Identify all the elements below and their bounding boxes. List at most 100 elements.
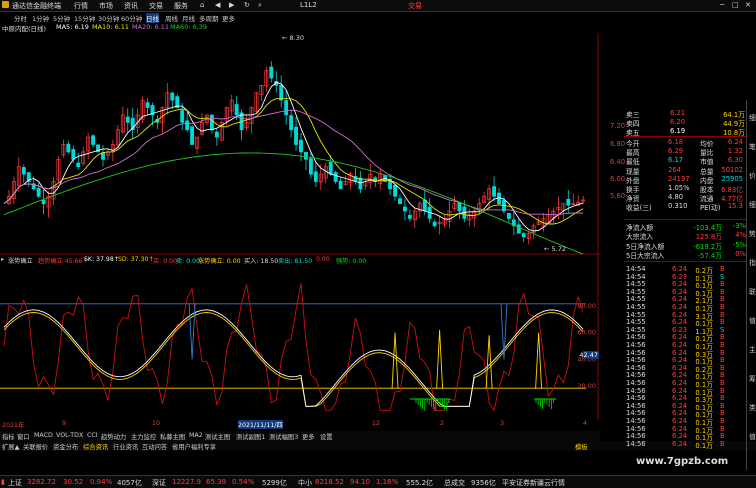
tab-test-sub1[interactable]: 测试副图1 (236, 432, 265, 441)
candle-body (422, 199, 427, 212)
period-15min[interactable]: 15分钟 (74, 13, 95, 23)
tick-price: 6.24 (672, 439, 688, 448)
side-tab[interactable]: 值 (749, 431, 756, 441)
app-title: 通达信金融终端 (12, 2, 61, 10)
tick-volume: 0.1万 (695, 441, 713, 450)
side-tab[interactable]: 笔 (749, 141, 756, 151)
tab-industry-news[interactable]: 行业资讯 (113, 442, 138, 451)
ask-price: 6.21 (670, 109, 686, 117)
indicator-axis-label: 60.00 (577, 329, 596, 337)
sh-index-value: 3282.72 (27, 478, 56, 486)
period-multi[interactable]: 多周期 (199, 13, 219, 23)
price-axis-label: 6.40 (610, 158, 626, 166)
tab-settings[interactable]: 设置 (320, 432, 333, 441)
period-more[interactable]: 更多 (222, 13, 235, 23)
tab-macd[interactable]: MACD (34, 432, 53, 439)
period-weekly[interactable]: 周线 (165, 13, 178, 23)
side-tab[interactable]: 价 (749, 170, 756, 180)
side-tab[interactable]: 细 (749, 199, 756, 209)
candle-body (393, 184, 398, 197)
period-5min[interactable]: 5分钟 (53, 13, 70, 23)
menu-item-quotes[interactable]: 行情 (74, 1, 88, 11)
candle-body (214, 131, 219, 138)
menu-item-trade[interactable]: 交易 (149, 1, 163, 11)
kline-chart[interactable]: ← 8.30← 5.7280.0060.0040.0020.0042.47 (0, 33, 600, 420)
candle-body (328, 161, 333, 175)
tab-trend-power[interactable]: 趋势动力 (101, 432, 126, 441)
stat-value: 0.310 (668, 202, 688, 211)
menu-item-service[interactable]: 服务 (174, 1, 188, 11)
period-monthly[interactable]: 月线 (182, 13, 195, 23)
tab-related-quotes[interactable]: 关联报价 (23, 442, 48, 451)
side-tab[interactable]: 细 (749, 112, 756, 122)
candle-body (308, 158, 313, 175)
ma5-line (3, 81, 584, 232)
indicator-param-5: 涨势确立: 0.00 (198, 258, 241, 265)
tab-indicator[interactable]: 指标 (2, 432, 15, 441)
refresh-icon[interactable]: ↻ (244, 1, 250, 9)
tick-direction: B (720, 439, 725, 448)
stat-value: 24197 (668, 174, 690, 183)
period-60min[interactable]: 60分钟 (121, 13, 142, 23)
date-label: 10 (152, 420, 161, 427)
search-icon[interactable]: ⌕ (258, 1, 262, 10)
tab-user-benefits[interactable]: 省用户福利专享 (172, 442, 216, 451)
menu-item-news[interactable]: 资讯 (124, 1, 138, 11)
side-tab[interactable]: 筹 (749, 373, 756, 383)
back-icon[interactable]: ◀ (215, 1, 220, 9)
flow-label: 5日大宗流入 (626, 251, 665, 260)
tab-fund-distribution[interactable]: 资金分布 (53, 442, 78, 451)
candle-body (566, 198, 571, 206)
candle-body (234, 104, 239, 116)
signal-spike (188, 303, 196, 360)
flow-pct: 4% (735, 231, 746, 240)
period-1min[interactable]: 1分钟 (32, 13, 49, 23)
indicator-name[interactable]: 涨势确立 (8, 256, 33, 265)
candle-body (269, 66, 274, 79)
date-label: 12 (372, 420, 381, 427)
tick-time: 14:56 (626, 439, 646, 448)
price-axis-label: 7.20 (610, 122, 626, 130)
sh-index-pct: 0.94% (90, 478, 113, 486)
period-daily[interactable]: 日线 (146, 13, 159, 23)
candle-body (180, 110, 185, 123)
candle-body (145, 102, 150, 108)
indicator-param-4: 卖: 0.00 (176, 258, 201, 265)
side-tab[interactable]: 主 (749, 344, 756, 354)
stat-value: 6.30 (727, 156, 743, 165)
tab-cci[interactable]: CCI (87, 432, 98, 439)
trade-label[interactable]: 交易 (408, 1, 422, 11)
tab-ma2[interactable]: MA2 (189, 432, 203, 439)
signal-spike (436, 329, 444, 389)
side-tab[interactable]: 值 (749, 315, 756, 325)
sme-index-value: 8218.52 (315, 478, 344, 486)
candle-body (190, 126, 195, 145)
stat-value: 4.80 (668, 193, 684, 202)
tab-expand[interactable]: 扩展▲ (2, 442, 19, 451)
forward-icon[interactable]: ▶ (229, 1, 234, 9)
signal-spike (391, 332, 399, 389)
ma60-line (3, 152, 584, 255)
side-tab[interactable]: 类 (749, 402, 756, 412)
menu-item-market[interactable]: 市场 (99, 1, 113, 11)
period-intraday[interactable]: 分时 (14, 13, 27, 23)
tab-private-main[interactable]: 私募主图 (160, 432, 185, 441)
tab-window[interactable]: 窗口 (17, 432, 30, 441)
side-tab[interactable]: 指 (749, 257, 756, 267)
app-logo-icon (2, 1, 9, 8)
tab-vol[interactable]: VOL-TDX (56, 432, 83, 439)
period-30min[interactable]: 30分钟 (98, 13, 119, 23)
tab-test-sub3[interactable]: 测试幅图3 (269, 432, 298, 441)
candle-body (284, 100, 289, 116)
tab-more[interactable]: 更多 (302, 432, 315, 441)
date-label: 3 (500, 420, 505, 427)
candle-body (403, 206, 407, 212)
tab-main-monitor[interactable]: 主力监控 (131, 432, 156, 441)
tab-general-news[interactable]: 综合资讯 (83, 442, 108, 451)
home-icon[interactable]: ⌂ (200, 1, 204, 9)
candle-body (333, 172, 338, 182)
tab-qa[interactable]: 互动问答 (142, 442, 167, 451)
side-tab[interactable]: 势 (749, 228, 756, 238)
tab-test-main[interactable]: 测试主图 (205, 432, 230, 441)
side-tab[interactable]: 联 (749, 286, 756, 296)
